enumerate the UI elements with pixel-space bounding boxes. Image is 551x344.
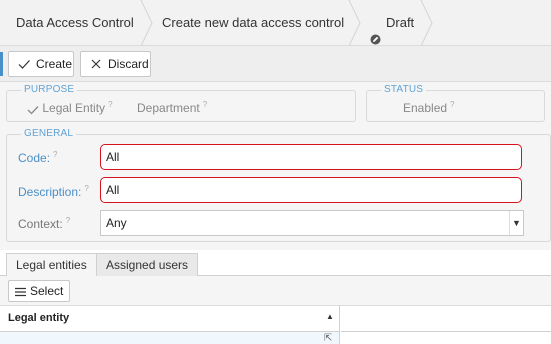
purpose-option-department[interactable]: Department? (137, 100, 207, 115)
description-label: Description:? (18, 184, 89, 199)
select-button-label: Select (30, 284, 64, 298)
grid-header[interactable]: Legal entity ▲ (0, 306, 340, 332)
purpose-group-title: PURPOSE (21, 84, 78, 96)
grid-header-filler (341, 306, 551, 332)
help-icon[interactable]: ? (203, 100, 207, 109)
create-button-label: Create (36, 57, 73, 71)
status-group: STATUS Enabled? (366, 84, 545, 122)
breadcrumb-separator (420, 0, 434, 46)
description-input[interactable] (100, 177, 522, 203)
code-label: Code:? (18, 150, 57, 165)
table-row[interactable] (0, 332, 340, 344)
checkmark-icon (27, 104, 39, 115)
breadcrumb: Data Access Control Create new data acce… (0, 0, 551, 46)
purpose-group: PURPOSE Legal Entity? Department? (6, 84, 356, 122)
tab-bar: Legal entities Assigned users (0, 250, 551, 277)
help-icon[interactable]: ? (66, 216, 70, 225)
select-button[interactable]: Select (8, 280, 71, 302)
general-group-title: GENERAL (21, 128, 77, 140)
chevron-down-icon[interactable]: ▼ (509, 211, 523, 235)
status-value-label: Enabled (403, 101, 448, 115)
help-icon[interactable]: ? (53, 150, 57, 159)
context-select[interactable]: Any ▼ (100, 210, 524, 236)
panel-edge-marker (0, 52, 3, 76)
help-icon[interactable]: ? (84, 184, 88, 193)
discard-button[interactable]: Discard (80, 51, 151, 77)
breadcrumb-item-data-access-control[interactable]: Data Access Control (16, 0, 134, 46)
context-select-value: Any (106, 216, 127, 230)
draft-status-badge: Draft (370, 0, 414, 46)
status-group-title: STATUS (381, 84, 427, 96)
draft-status-label: Draft (386, 15, 415, 30)
action-toolbar: Create Discard (0, 46, 551, 82)
help-icon[interactable]: ? (108, 100, 112, 109)
description-label-text: Description: (18, 185, 82, 199)
breadcrumb-separator (348, 0, 362, 46)
sort-ascending-icon[interactable]: ▲ (326, 312, 334, 321)
code-label-text: Code: (18, 151, 51, 165)
draft-status-icon (370, 18, 381, 44)
breadcrumb-separator (140, 0, 154, 46)
checkmark-icon (17, 57, 31, 71)
open-link-icon[interactable]: ⇱ (324, 333, 332, 344)
context-label: Context:? (18, 216, 70, 231)
breadcrumb-item-create-new[interactable]: Create new data access control (162, 0, 344, 46)
help-icon[interactable]: ? (450, 100, 454, 109)
tab-assigned-users[interactable]: Assigned users (96, 253, 199, 276)
purpose-option-department-label: Department (137, 101, 200, 115)
purpose-option-legal-entity[interactable]: Legal Entity? (27, 100, 113, 115)
close-icon (89, 57, 103, 71)
context-label-text: Context: (18, 217, 63, 231)
code-input[interactable] (100, 144, 522, 170)
tab-legal-entities[interactable]: Legal entities (6, 253, 97, 277)
create-button[interactable]: Create (8, 51, 74, 77)
menu-icon (15, 286, 26, 297)
form-panel: PURPOSE Legal Entity? Department? STATUS… (0, 82, 551, 250)
grid-toolbar: Select (0, 276, 551, 306)
column-header-legal-entity[interactable]: Legal entity (8, 312, 69, 324)
status-value: Enabled? (403, 100, 455, 115)
purpose-option-legal-entity-label: Legal Entity (42, 101, 106, 115)
discard-button-label: Discard (108, 57, 149, 71)
legal-entity-grid: Legal entity ▲ ⇱ (0, 306, 551, 344)
